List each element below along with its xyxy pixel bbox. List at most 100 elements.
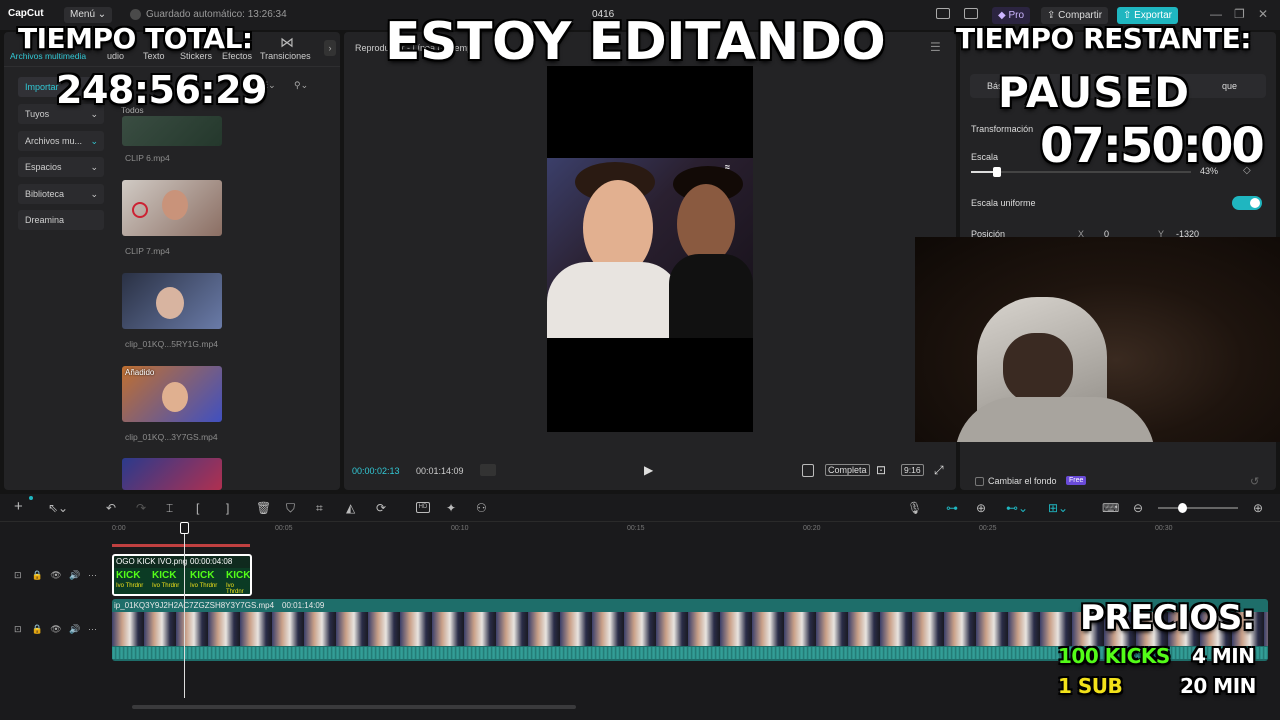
reset-icon[interactable]: ↺ bbox=[1250, 475, 1259, 488]
timecode-toggle-icon[interactable] bbox=[480, 464, 496, 476]
zoom-slider[interactable] bbox=[1158, 503, 1238, 513]
select-tool-icon[interactable]: ⇖⌄ bbox=[48, 501, 68, 515]
scale-label: Escala bbox=[971, 152, 999, 162]
menu-button[interactable]: Menú ⌄ bbox=[64, 7, 113, 23]
bg-checkbox[interactable] bbox=[975, 477, 984, 486]
media-thumbnail[interactable] bbox=[122, 116, 222, 146]
hd-icon[interactable]: HD bbox=[416, 502, 430, 513]
play-icon[interactable]: ▶ bbox=[644, 463, 653, 477]
editing-banner: ESTOY EDITANDO bbox=[385, 12, 886, 72]
lock-icon[interactable]: 🔒 bbox=[32, 570, 43, 580]
ruler-tick-label: 0:00 bbox=[112, 525, 126, 532]
player-menu-icon[interactable]: ☰ bbox=[930, 40, 941, 54]
clip-name: ip_01KQ3Y9J2H2AC7ZGZSH8Y3Y7GS.mp4 bbox=[114, 601, 275, 610]
preview-axis-icon[interactable]: ⊞⌄ bbox=[1048, 501, 1068, 515]
lock-icon[interactable]: 🔒 bbox=[32, 624, 43, 634]
link-icon[interactable]: ⊕ bbox=[976, 501, 986, 515]
magic-icon[interactable]: ✦ bbox=[446, 501, 456, 515]
zoom-slider-handle[interactable] bbox=[1178, 503, 1187, 513]
tabs-next-icon[interactable]: › bbox=[324, 40, 336, 56]
more-icon[interactable]: ⋯ bbox=[88, 570, 97, 580]
mirror-icon[interactable]: ◭ bbox=[346, 501, 355, 515]
watermark: ≈ bbox=[725, 162, 730, 172]
fullscreen-icon[interactable]: ⤢ bbox=[934, 463, 944, 478]
full-quality-button[interactable]: Completa bbox=[825, 464, 870, 476]
shortcut-icon[interactable] bbox=[964, 8, 978, 19]
media-thumbnail[interactable] bbox=[122, 458, 222, 490]
sidebar-item-dreamina[interactable]: Dreamina bbox=[18, 210, 104, 230]
jacket-shape bbox=[669, 254, 753, 338]
trim-left-icon[interactable]: [ bbox=[196, 501, 199, 515]
more-icon[interactable]: ⋯ bbox=[88, 624, 97, 634]
media-item-name: CLIP 6.mp4 bbox=[125, 153, 170, 163]
ruler-tick-label: 00:20 bbox=[803, 525, 821, 532]
layout-icon[interactable] bbox=[936, 8, 950, 19]
magnet-icon[interactable]: ⊶ bbox=[946, 501, 958, 515]
add-track-icon[interactable]: + bbox=[14, 498, 23, 515]
rotate-icon[interactable]: ⟳ bbox=[376, 501, 386, 515]
clip-duration: 00:00:04:08 bbox=[190, 557, 233, 566]
toggle-knob bbox=[1250, 198, 1260, 208]
media-thumbnail[interactable] bbox=[122, 180, 222, 236]
clip-name: OGO KICK IVO.png bbox=[116, 557, 188, 566]
clip-duration: 00:01:14:09 bbox=[282, 601, 325, 610]
tiktok-icon[interactable] bbox=[802, 464, 814, 477]
track-cover-icon[interactable]: ⊡ bbox=[14, 570, 22, 580]
free-badge: Free bbox=[1066, 476, 1087, 485]
close-icon[interactable]: ✕ bbox=[1258, 7, 1268, 21]
kick-sub: Ivo Thrdnr bbox=[190, 583, 218, 589]
media-thumbnail[interactable] bbox=[122, 273, 222, 329]
kick-sub: Ivo Thrdnr bbox=[116, 583, 144, 589]
timeline-ruler[interactable]: 0:00 00:05 00:10 00:15 00:20 00:25 00:30 bbox=[112, 522, 1280, 538]
screen-icon[interactable]: ⌨ bbox=[1102, 501, 1119, 515]
speaker-icon[interactable]: 🔊 bbox=[69, 570, 80, 580]
sticker-clip[interactable]: OGO KICK IVO.png 00:00:04:08 KICK KICK K… bbox=[112, 554, 252, 596]
delete-icon[interactable]: 🗑 bbox=[256, 501, 271, 515]
screenshot-icon[interactable]: ⊡ bbox=[876, 463, 886, 477]
zoom-out-icon[interactable]: ⊖ bbox=[1133, 501, 1143, 515]
clip-frames: KICK KICK KICK KICK Ivo Thrdnr Ivo Thrdn… bbox=[114, 568, 250, 594]
playhead-handle[interactable] bbox=[180, 522, 189, 534]
webcam-overlay bbox=[915, 237, 1280, 442]
app-logo: CapCut bbox=[8, 8, 44, 19]
notification-dot bbox=[29, 496, 33, 500]
face-shape bbox=[677, 184, 735, 264]
crop-icon[interactable]: ⌗ bbox=[316, 501, 323, 516]
sidebar-item-spaces[interactable]: Espacios ⌄ bbox=[18, 157, 104, 177]
aspect-ratio-button[interactable]: 9:16 bbox=[901, 464, 924, 476]
kick-sub: Ivo Thrdnr bbox=[226, 583, 244, 595]
track-cover-icon[interactable]: ⊡ bbox=[14, 624, 22, 634]
speaker-icon[interactable]: 🔊 bbox=[69, 624, 80, 634]
undo-icon[interactable]: ↶ bbox=[106, 501, 116, 515]
timeline-scrollbar[interactable] bbox=[132, 705, 576, 709]
video-preview[interactable]: ≈ bbox=[547, 66, 753, 432]
minimize-icon[interactable]: — bbox=[1210, 7, 1222, 21]
tab-remove-bg[interactable]: que bbox=[1222, 81, 1237, 91]
uniform-scale-toggle[interactable] bbox=[1232, 196, 1262, 210]
change-bg-label[interactable]: Cambiar el fondo bbox=[988, 476, 1057, 486]
microphone-icon[interactable]: 🎙 bbox=[907, 501, 922, 515]
scale-slider-handle[interactable] bbox=[993, 167, 1002, 177]
tab-transitions[interactable]: Transiciones bbox=[260, 51, 311, 61]
zoom-in-icon[interactable]: ⊕ bbox=[1253, 501, 1263, 515]
filter-icon[interactable]: ⚲⌄ bbox=[294, 80, 308, 91]
track-controls: ⊡ 🔒 👁 🔊 ⋯ bbox=[14, 624, 97, 635]
face-shape bbox=[156, 287, 184, 319]
added-badge: Añadido bbox=[125, 368, 155, 377]
shield-icon[interactable]: ⛉ bbox=[286, 501, 295, 516]
maximize-icon[interactable]: ❐ bbox=[1234, 7, 1245, 21]
uniform-scale-label: Escala uniforme bbox=[971, 198, 1036, 208]
person-icon[interactable]: ⚇ bbox=[476, 501, 487, 515]
face-shape bbox=[162, 190, 188, 220]
sidebar-item-media-files[interactable]: Archivos mu... ⌄ bbox=[18, 131, 104, 151]
snap-icon[interactable]: ⊷⌄ bbox=[1006, 501, 1028, 515]
redo-icon[interactable]: ↷ bbox=[136, 501, 146, 515]
price-kicks-item: 100 KICKS bbox=[1058, 644, 1170, 668]
split-icon[interactable]: ⌶ bbox=[166, 501, 173, 516]
eye-icon[interactable]: 👁 bbox=[50, 570, 61, 580]
eye-icon[interactable]: 👁 bbox=[50, 624, 61, 634]
sidebar-item-library[interactable]: Biblioteca ⌄ bbox=[18, 184, 104, 204]
trim-right-icon[interactable]: ] bbox=[226, 501, 229, 515]
media-thumbnail[interactable]: Añadido bbox=[122, 366, 222, 422]
transform-label: Transformación bbox=[971, 124, 1034, 134]
